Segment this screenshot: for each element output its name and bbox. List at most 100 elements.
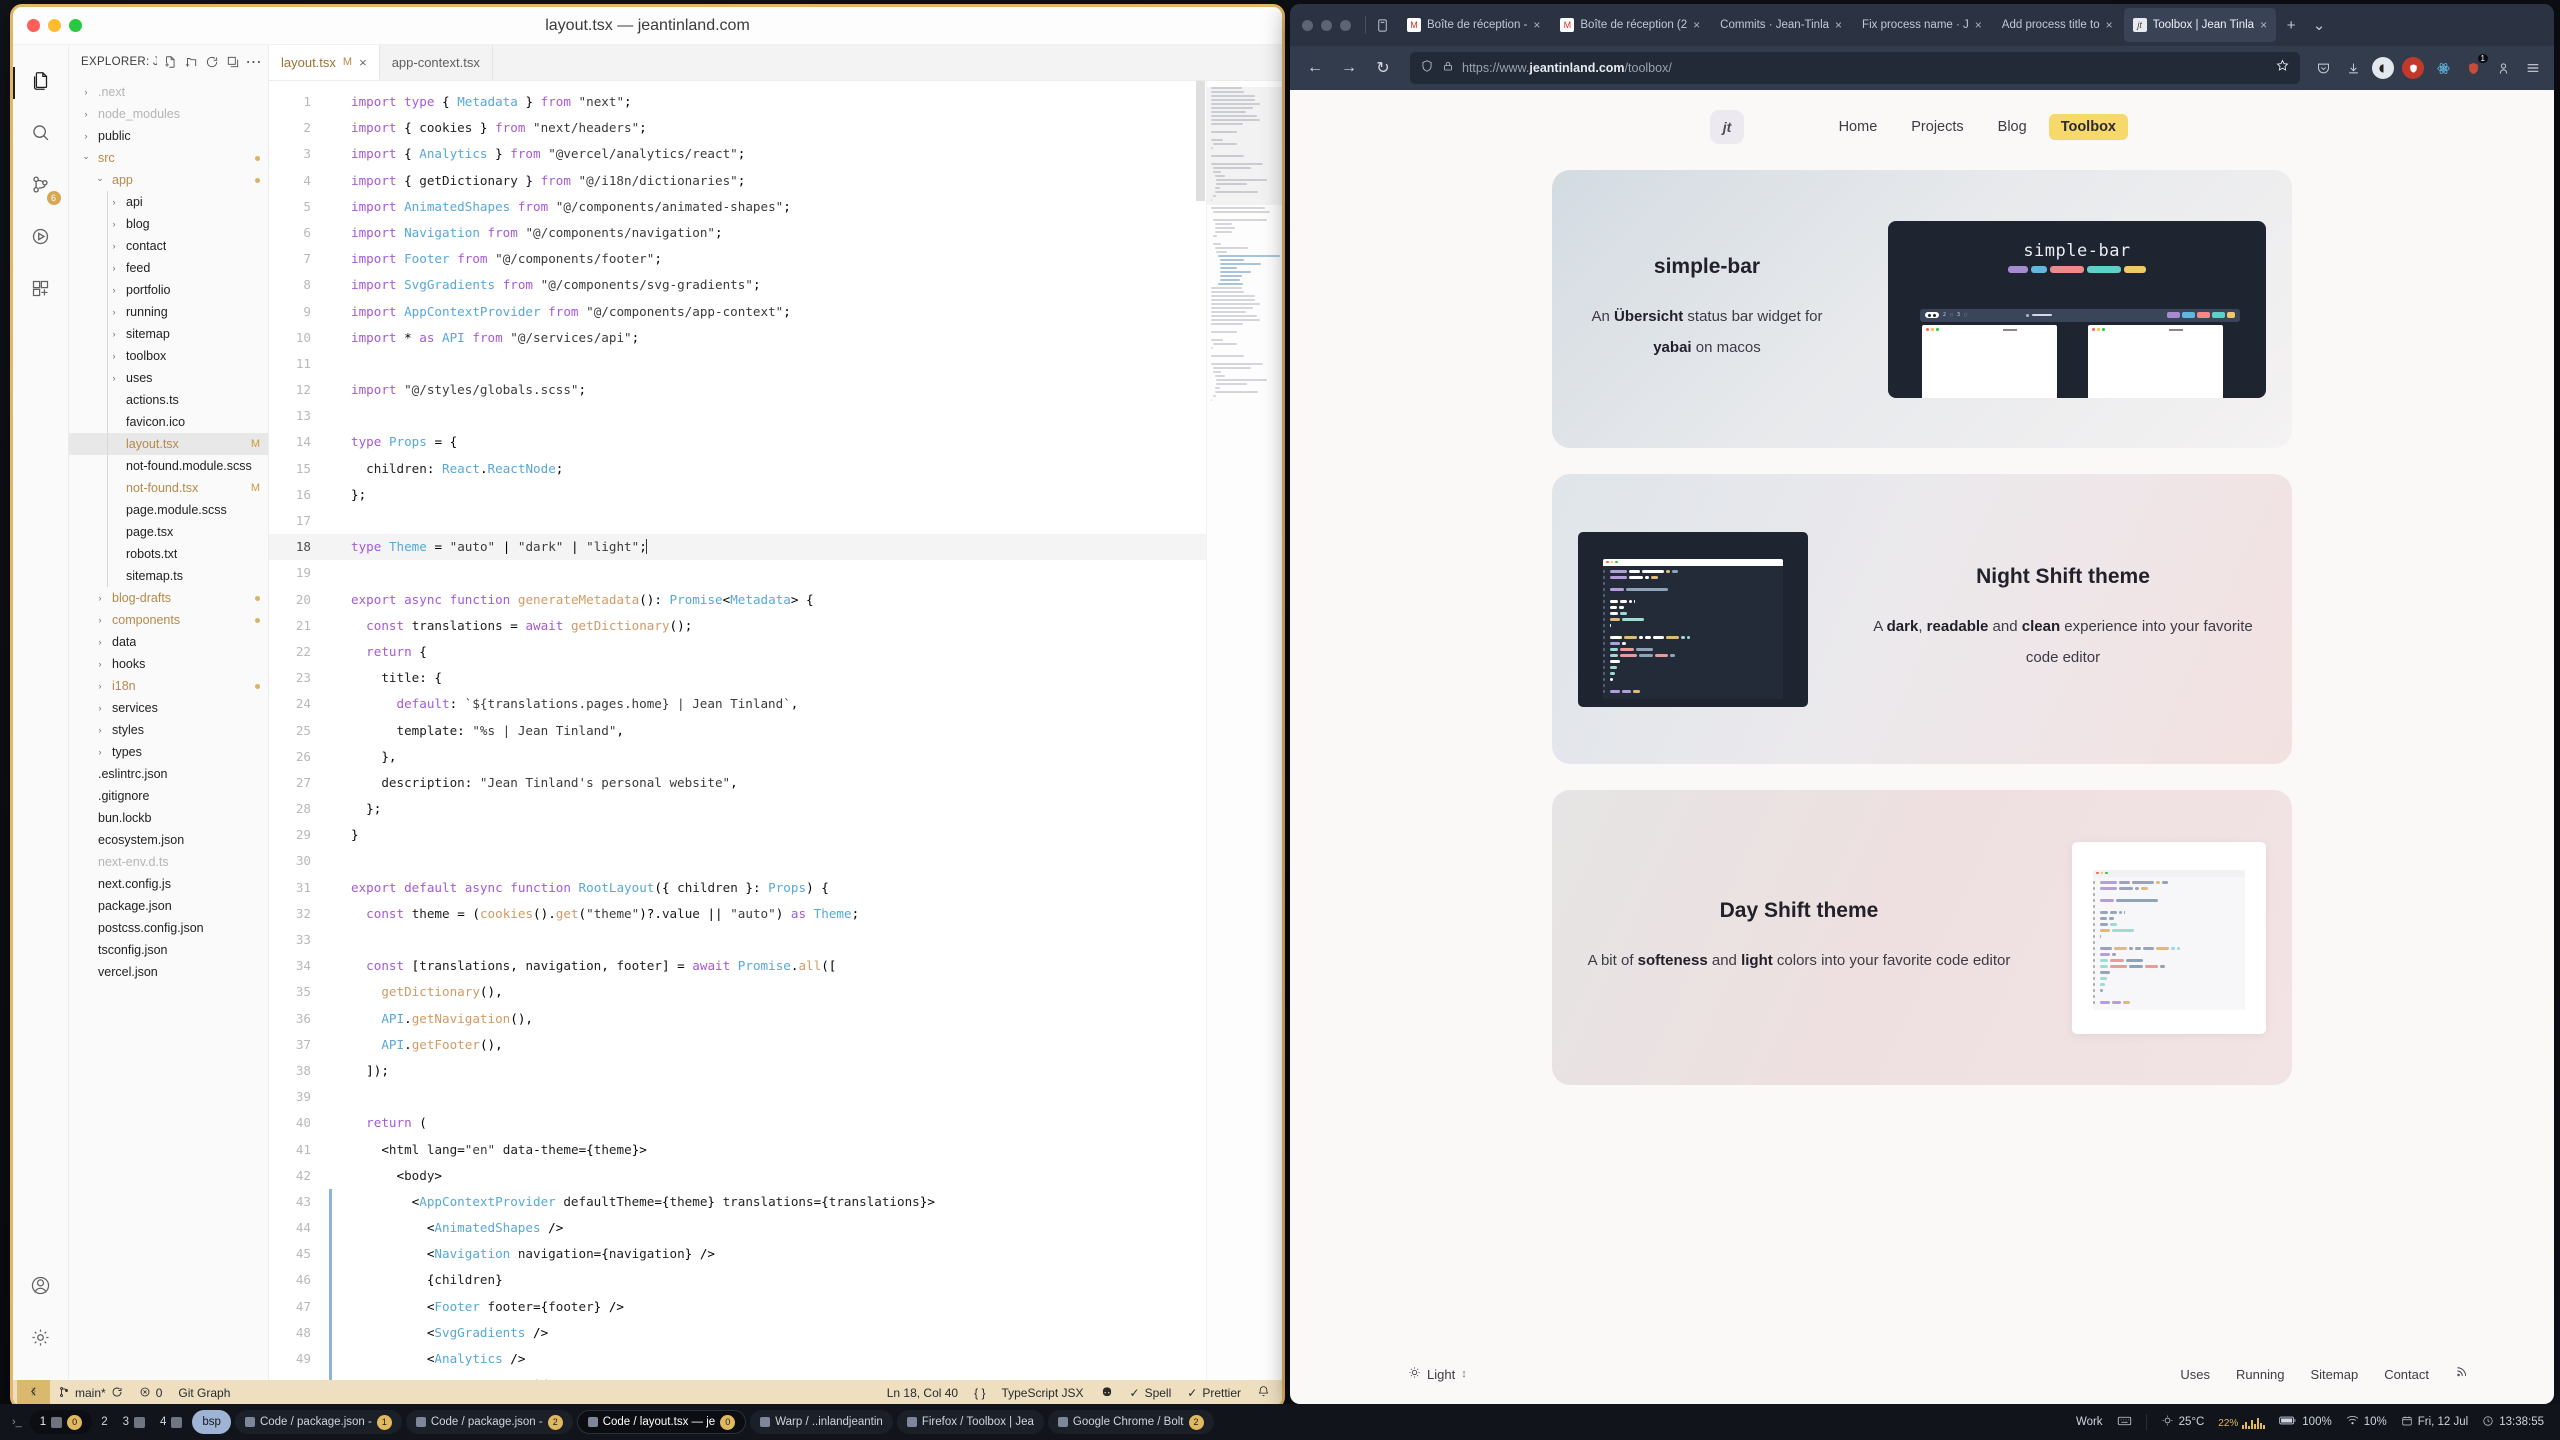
tree-file[interactable]: page.module.scss [69, 499, 268, 521]
code-line[interactable]: 28 }; [269, 796, 1206, 822]
taskbar-app-list[interactable]: bsp Code / package.json -1 Code / package.… [192, 1410, 1214, 1434]
git-branch[interactable]: main* [50, 1380, 131, 1406]
site-nav-link-home[interactable]: Home [1827, 114, 1890, 140]
code-line[interactable]: 2 import { cookies } from "next/headers"; [269, 115, 1206, 141]
toolbox-card[interactable]: simple-bar An Übersicht status bar widget… [1552, 170, 2292, 448]
browser-tab[interactable]: M Boîte de réception (2 × [1551, 8, 1709, 42]
taskbar-app[interactable]: Google Chrome / Bolt 2 [1047, 1410, 1214, 1434]
tree-folder[interactable]: › portfolio [69, 279, 268, 301]
tree-folder[interactable]: ⌄ app [69, 169, 268, 191]
toolbox-card[interactable]: Night Shift theme A dark, readable and cl… [1552, 474, 2292, 764]
scrollbar-thumb[interactable] [1196, 81, 1205, 201]
taskbar-app[interactable]: Firefox / Toolbox | Jea [896, 1410, 1044, 1434]
reload-button[interactable]: ↻ [1368, 53, 1398, 83]
tree-folder[interactable]: › hooks [69, 653, 268, 675]
footer-link-running[interactable]: Running [2236, 1367, 2284, 1382]
footer-link-uses[interactable]: Uses [2180, 1367, 2210, 1382]
tree-file[interactable]: ecosystem.json [69, 829, 268, 851]
browser-traffic-lights[interactable] [1296, 19, 1363, 31]
code-line[interactable]: 11 [269, 351, 1206, 377]
close-tab-icon[interactable]: × [1835, 18, 1842, 32]
shield-icon[interactable] [1420, 59, 1434, 78]
rss-icon[interactable] [2455, 1365, 2468, 1383]
tree-folder[interactable]: › i18n [69, 675, 268, 697]
browser-toolbar-icons[interactable]: 1 [2312, 54, 2544, 79]
code-line[interactable]: 14 type Props = { [269, 429, 1206, 455]
indentation-indicator[interactable]: { } [966, 1386, 993, 1400]
code-line[interactable]: 18 type Theme = "auto" | "dark" | "light"… [269, 534, 1206, 561]
activity-run-debug[interactable] [13, 213, 69, 265]
code-line[interactable]: 21 const translations = await getDiction… [269, 613, 1206, 639]
code-line[interactable]: 25 template: "%s | Jean Tinland", [269, 718, 1206, 744]
activity-bar[interactable]: 6 [13, 45, 69, 1380]
activity-source-control[interactable]: 6 [13, 161, 69, 213]
tree-folder[interactable]: ⌄ src [69, 147, 268, 169]
battery-indicator[interactable]: 100% [2279, 1415, 2332, 1429]
tree-folder[interactable]: › blog-drafts [69, 587, 268, 609]
tree-file[interactable]: .gitignore [69, 785, 268, 807]
footer-link-contact[interactable]: Contact [2384, 1367, 2429, 1382]
workspace-2[interactable]: 2 [95, 1410, 113, 1434]
tab-list-button[interactable]: ⌄ [2306, 12, 2332, 38]
close-tab-icon[interactable]: × [2106, 18, 2113, 32]
site-nav-links[interactable]: Home Projects Blog Toolbox [1827, 114, 2128, 140]
code-line[interactable]: 31 export default async function RootLayo… [269, 875, 1206, 901]
editor-tab[interactable]: layout.tsx M × [269, 45, 380, 80]
prettier-status[interactable]: ✓ Prettier [1179, 1386, 1249, 1400]
code-line[interactable]: 35 getDictionary(), [269, 979, 1206, 1005]
code-line[interactable]: 20 export async function generateMetadata… [269, 587, 1206, 613]
code-line[interactable]: 19 [269, 560, 1206, 586]
code-line[interactable]: 49 <Analytics /> [269, 1346, 1206, 1373]
code-line[interactable]: 24 default: `${translations.pages.home} … [269, 691, 1206, 717]
lock-icon[interactable] [1442, 59, 1454, 77]
workspace-1[interactable]: 10 [29, 1410, 93, 1434]
code-line[interactable]: 43 <AppContextProvider defaultTheme={the… [269, 1188, 1206, 1216]
tree-folder[interactable]: › types [69, 741, 268, 763]
tree-file[interactable]: .eslintrc.json [69, 763, 268, 785]
code-line[interactable]: 13 [269, 403, 1206, 429]
tree-folder[interactable]: › data [69, 631, 268, 653]
code-line[interactable]: 10 import * as API from "@/services/api"; [269, 325, 1206, 351]
code-line[interactable]: 33 [269, 927, 1206, 953]
code-viewport[interactable]: 1 import type { Metadata } from "next"; 2 i… [269, 81, 1282, 1380]
react-devtools-icon[interactable] [2432, 57, 2454, 79]
tree-file[interactable]: vercel.json [69, 961, 268, 983]
browser-tab[interactable]: jt Toolbox | Jean Tinla × [2123, 8, 2277, 42]
dark-reader-icon[interactable] [2372, 57, 2394, 79]
code-line[interactable]: 46 {children} [269, 1267, 1206, 1294]
code-line[interactable]: 8 import SvgGradients from "@/components/… [269, 272, 1206, 298]
cursor-position[interactable]: Ln 18, Col 40 [879, 1386, 966, 1400]
tree-folder[interactable]: › feed [69, 257, 268, 279]
activity-explorer[interactable] [13, 57, 69, 109]
tree-file[interactable]: actions.ts [69, 389, 268, 411]
tree-file[interactable]: sitemap.ts [69, 565, 268, 587]
copilot-button[interactable] [1092, 1385, 1122, 1402]
code-line[interactable]: 44 <AnimatedShapes /> [269, 1215, 1206, 1242]
spell-checker[interactable]: ✓ Spell [1122, 1386, 1180, 1400]
refresh-icon[interactable] [203, 54, 220, 71]
code-line[interactable]: 37 API.getFooter(), [269, 1032, 1206, 1058]
code-line[interactable]: 5 import AnimatedShapes from "@/component… [269, 194, 1206, 220]
extension-badge-icon[interactable]: 1 [2462, 54, 2488, 79]
downloads-icon[interactable] [2342, 57, 2364, 79]
tree-folder[interactable]: › node_modules [69, 103, 268, 125]
code-line[interactable]: 17 [269, 508, 1206, 534]
new-tab-button[interactable]: + [2278, 12, 2304, 38]
code-line[interactable]: 1 import type { Metadata } from "next"; [269, 89, 1206, 115]
forward-button[interactable]: → [1334, 53, 1364, 83]
editor-tabs[interactable]: layout.tsx M × app-context.tsx [269, 45, 1282, 81]
vscode-window[interactable]: layout.tsx — jeantinland.com 6 EXPLORER:… [10, 4, 1285, 1409]
tree-file[interactable]: not-found.tsx M [69, 477, 268, 499]
new-folder-icon[interactable] [182, 54, 199, 71]
tree-file[interactable]: next.config.js [69, 873, 268, 895]
tree-folder[interactable]: › services [69, 697, 268, 719]
wifi-indicator[interactable]: 10% [2346, 1415, 2387, 1429]
tree-file[interactable]: next-env.d.ts [69, 851, 268, 873]
code-line[interactable]: 50 </AppContextProvider> [269, 1372, 1206, 1380]
minimap-slider[interactable] [1207, 87, 1282, 205]
tree-folder[interactable]: › .next [69, 81, 268, 103]
code-line[interactable]: 30 [269, 848, 1206, 874]
code-line[interactable]: 26 }, [269, 744, 1206, 770]
browser-nav-bar[interactable]: ← → ↻ https://www.jeantinland.com/toolbo… [1290, 46, 2554, 90]
code-line[interactable]: 16}; [269, 482, 1206, 508]
